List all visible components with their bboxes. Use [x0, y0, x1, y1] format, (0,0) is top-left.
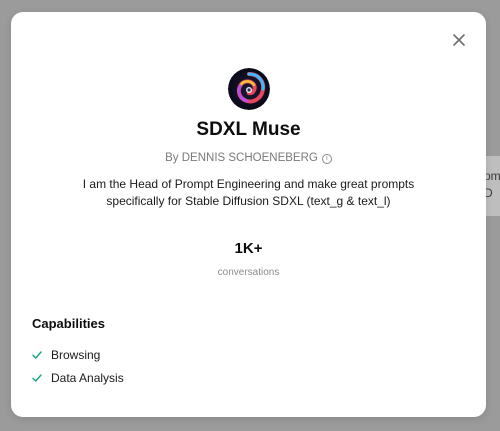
conversation-count: 1K+ [234, 240, 263, 257]
check-icon [32, 350, 42, 359]
conversation-count-label: conversations [217, 267, 280, 278]
author-name: By DENNIS SCHOENEBERG [165, 152, 318, 164]
gpt-author: By DENNIS SCHOENEBERG i [11, 152, 486, 164]
capabilities-list: Browsing Data Analysis [32, 343, 124, 389]
info-icon[interactable]: i [321, 154, 332, 164]
capability-label: Browsing [51, 347, 101, 362]
capability-label: Data Analysis [51, 370, 124, 385]
gpt-avatar [228, 68, 270, 110]
capability-browsing: Browsing [32, 343, 124, 366]
close-icon[interactable] [449, 30, 469, 50]
capability-data-analysis: Data Analysis [32, 366, 124, 389]
check-icon [32, 373, 42, 382]
capabilities-heading: Capabilities [32, 316, 105, 331]
gpt-info-dialog: SDXL Muse By DENNIS SCHOENEBERG i I am th… [11, 12, 486, 417]
background-partial-text: pmp D [484, 169, 500, 200]
gpt-title: SDXL Muse [196, 119, 301, 140]
gpt-description: I am the Head of Prompt Engineering and … [82, 177, 415, 208]
